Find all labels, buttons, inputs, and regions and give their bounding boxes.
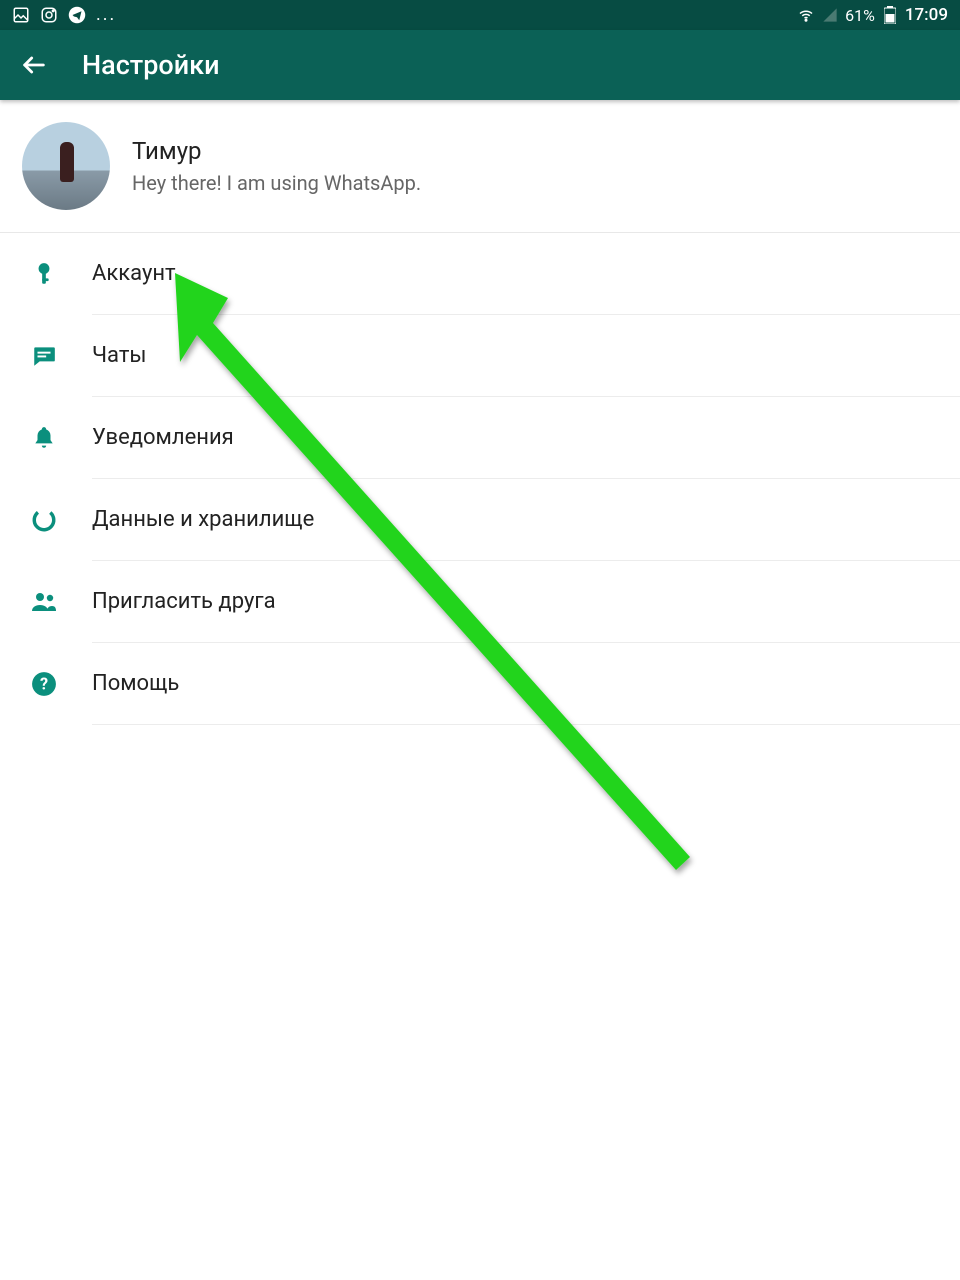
wifi-icon — [797, 6, 815, 24]
chat-icon — [26, 343, 62, 369]
profile-status: Hey there! I am using WhatsApp. — [132, 171, 421, 195]
battery-icon — [881, 6, 899, 24]
app-bar: Настройки — [0, 30, 960, 100]
avatar — [22, 122, 110, 210]
settings-item-help[interactable]: ? Помощь — [0, 643, 960, 725]
profile-name: Тимур — [132, 137, 421, 165]
key-icon — [26, 261, 62, 287]
settings-item-label: Уведомления — [92, 397, 960, 479]
status-bar: ... 61% 17:09 — [0, 0, 960, 30]
invite-icon — [26, 589, 62, 615]
settings-item-invite-friend[interactable]: Пригласить друга — [0, 561, 960, 643]
gallery-icon — [12, 6, 30, 24]
settings-item-label: Чаты — [92, 315, 960, 397]
status-right: 61% 17:09 — [797, 5, 948, 25]
clock: 17:09 — [905, 5, 948, 25]
profile-row[interactable]: Тимур Hey there! I am using WhatsApp. — [0, 100, 960, 233]
profile-text: Тимур Hey there! I am using WhatsApp. — [132, 137, 421, 195]
battery-percent: 61% — [845, 6, 875, 25]
data-icon — [26, 507, 62, 533]
instagram-icon — [40, 6, 58, 24]
settings-item-account[interactable]: Аккаунт — [0, 233, 960, 315]
bell-icon — [26, 425, 62, 451]
settings-item-label: Данные и хранилище — [92, 479, 960, 561]
cell-signal-icon — [821, 6, 839, 24]
settings-list: Аккаунт Чаты Уведомления Данные и хранил… — [0, 233, 960, 725]
page-title: Настройки — [82, 49, 220, 81]
more-notifications-icon: ... — [96, 6, 116, 24]
svg-text:?: ? — [40, 674, 48, 693]
status-left: ... — [12, 6, 116, 24]
settings-item-data-storage[interactable]: Данные и хранилище — [0, 479, 960, 561]
back-button[interactable] — [20, 51, 48, 79]
settings-item-label: Помощь — [92, 643, 960, 725]
settings-item-chats[interactable]: Чаты — [0, 315, 960, 397]
settings-item-label: Аккаунт — [92, 233, 960, 315]
telegram-icon — [68, 6, 86, 24]
settings-item-notifications[interactable]: Уведомления — [0, 397, 960, 479]
help-icon: ? — [26, 671, 62, 697]
settings-item-label: Пригласить друга — [92, 561, 960, 643]
